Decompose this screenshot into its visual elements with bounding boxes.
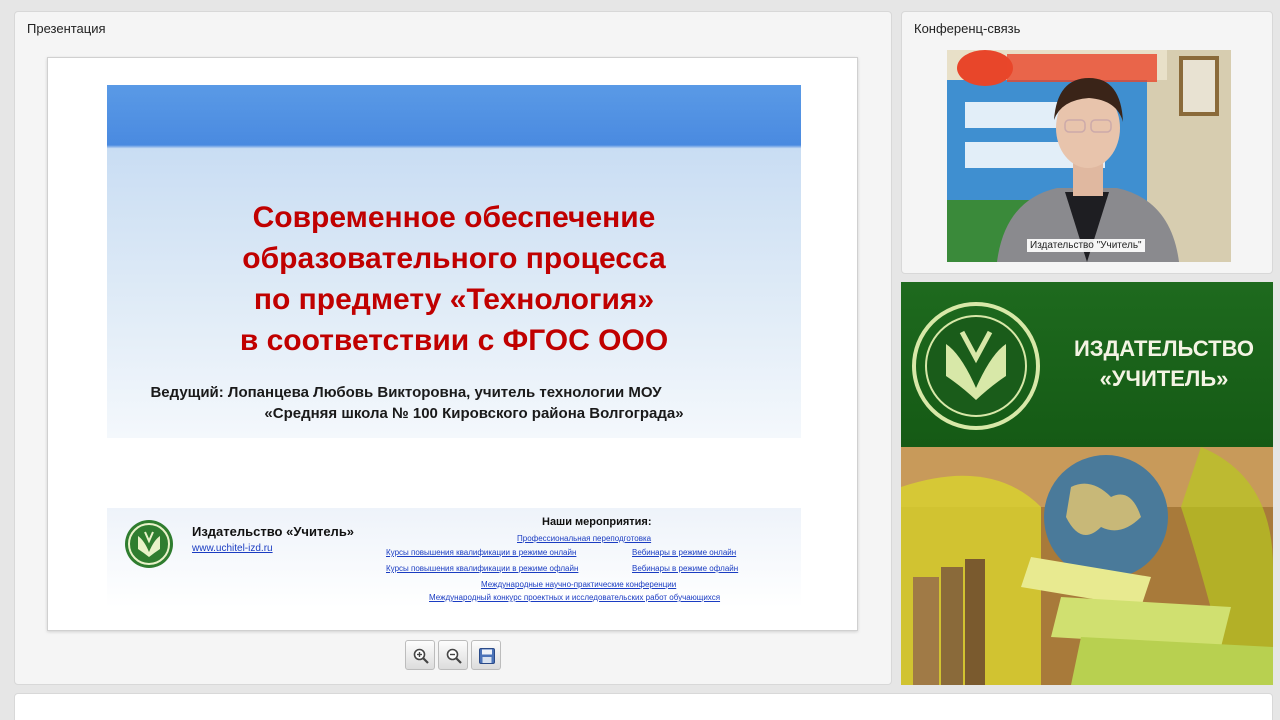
event-link[interactable]: Профессиональная переподготовка	[517, 534, 651, 543]
save-icon	[479, 648, 495, 664]
banner-name-line: ИЗДАТЕЛЬСТВО	[1073, 336, 1255, 361]
event-link[interactable]: Вебинары в режиме офлайн	[632, 564, 738, 573]
bottom-panel	[14, 693, 1273, 720]
banner-top: ИЗДАТЕЛЬСТВО «УЧИТЕЛЬ»	[901, 282, 1273, 447]
zoom-in-button[interactable]	[405, 640, 435, 670]
presentation-panel-title: Презентация	[27, 21, 106, 36]
slide-presenter: Ведущий: Лопанцева Любовь Викторовна, уч…	[107, 382, 801, 424]
footer-publisher-link[interactable]: www.uchitel-izd.ru	[192, 543, 273, 554]
events-heading: Наши мероприятия:	[542, 516, 652, 528]
slide-title: Современное обеспечение образовательного…	[107, 197, 801, 361]
presentation-toolbar	[405, 640, 505, 672]
event-link[interactable]: Вебинары в режиме онлайн	[632, 548, 736, 557]
video-frame-image	[947, 50, 1231, 262]
conference-panel: Конференц-связь Издательство "Учитель"	[901, 11, 1273, 274]
slide-title-line: в соответствии с ФГОС ООО	[239, 324, 669, 357]
presentation-panel: Презентация Современное обеспечение обра…	[14, 11, 892, 685]
video-participant-label: Издательство "Учитель"	[1027, 239, 1145, 252]
slide-footer: Издательство «Учитель» www.uchitel-izd.r…	[107, 508, 801, 608]
slide-title-line: Современное обеспечение	[252, 201, 656, 234]
event-link[interactable]: Курсы повышения квалификации в режиме он…	[386, 548, 576, 557]
presenter-line: Ведущий: Лопанцева Любовь Викторовна, уч…	[150, 384, 662, 401]
zoom-in-icon	[413, 648, 429, 664]
presentation-slide: Современное обеспечение образовательного…	[47, 57, 858, 631]
publisher-banner: ИЗДАТЕЛЬСТВО «УЧИТЕЛЬ»	[901, 282, 1273, 685]
slide-title-line: по предмету «Технология»	[253, 283, 655, 316]
event-link[interactable]: Международные научно-практические конфер…	[481, 580, 676, 589]
banner-name-line: «УЧИТЕЛЬ»	[1099, 366, 1229, 391]
slide-header: Современное обеспечение образовательного…	[107, 85, 801, 438]
banner-publisher-name: ИЗДАТЕЛЬСТВО «УЧИТЕЛЬ»	[1059, 334, 1269, 394]
zoom-out-icon	[446, 648, 462, 664]
video-feed[interactable]: Издательство "Учитель"	[947, 50, 1231, 262]
footer-publisher-name: Издательство «Учитель»	[192, 524, 355, 539]
presenter-school-line: «Средняя школа № 100 Кировского района В…	[264, 405, 684, 422]
banner-books-image	[901, 447, 1273, 685]
slide-title-line: образовательного процесса	[242, 242, 666, 275]
event-link[interactable]: Международный конкурс проектных и исслед…	[429, 593, 720, 602]
books-globe-image	[901, 447, 1273, 685]
publisher-emblem-icon	[912, 302, 1040, 430]
publisher-logo-icon	[125, 520, 173, 568]
event-link[interactable]: Курсы повышения квалификации в режиме оф…	[386, 564, 578, 573]
conference-panel-title: Конференц-связь	[914, 21, 1021, 36]
zoom-out-button[interactable]	[438, 640, 468, 670]
save-button[interactable]	[471, 640, 501, 670]
